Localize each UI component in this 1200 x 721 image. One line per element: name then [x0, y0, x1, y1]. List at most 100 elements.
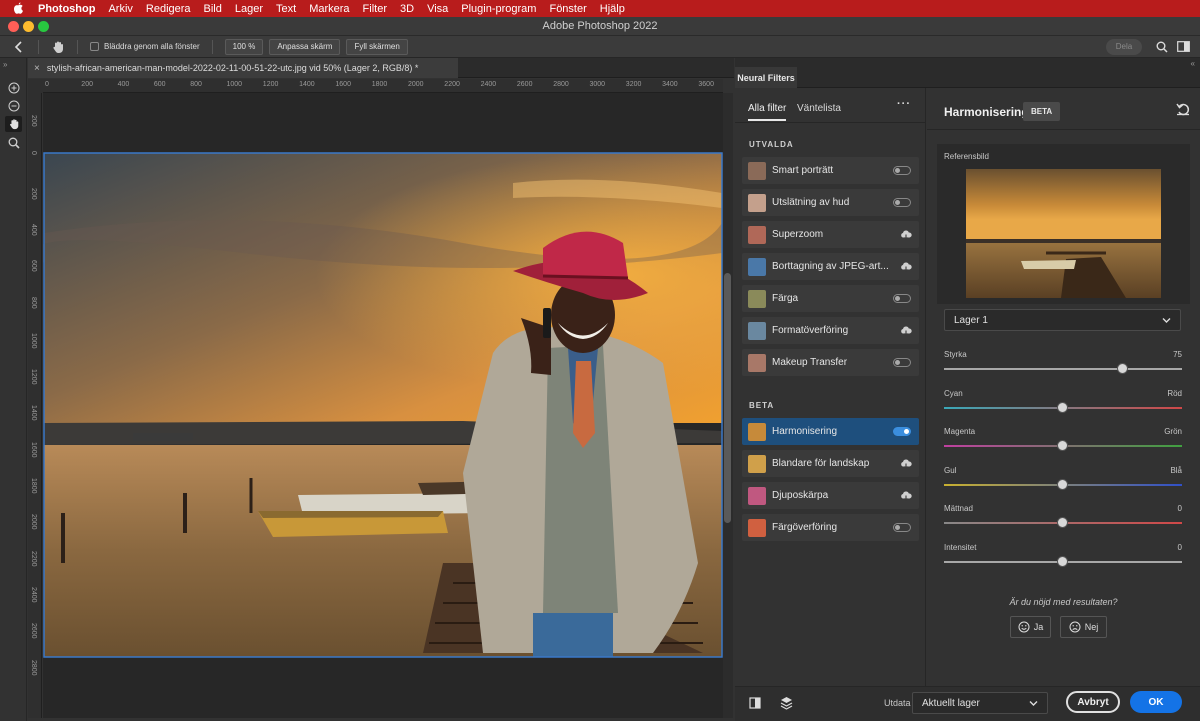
- canvas-area[interactable]: [43, 93, 723, 718]
- filter-item[interactable]: Blandare för landskap: [742, 450, 919, 477]
- tab-waitlist[interactable]: Väntelista: [797, 103, 841, 114]
- title-bar: Adobe Photoshop 2022: [0, 17, 1200, 36]
- back-chevron-icon[interactable]: [14, 40, 24, 53]
- slider-knob[interactable]: [1057, 517, 1068, 528]
- filter-item[interactable]: Formatöverföring: [742, 317, 919, 344]
- collapse-panel-icon[interactable]: «: [1191, 59, 1195, 68]
- ruler-tick-label: 0: [30, 151, 37, 156]
- filter-toggle[interactable]: [893, 427, 911, 436]
- filter-item[interactable]: Djuposkärpa: [742, 482, 919, 509]
- hand-tool-icon[interactable]: [5, 116, 22, 132]
- slider-knob[interactable]: [1057, 478, 1068, 490]
- ruler-tick-label: 800: [190, 81, 202, 88]
- filter-item[interactable]: Harmonisering: [742, 418, 919, 445]
- cloud-download-icon[interactable]: [900, 229, 912, 240]
- zoom-out-icon[interactable]: [5, 98, 22, 114]
- ruler-tick-label: 1000: [30, 332, 37, 349]
- feedback-yes-button[interactable]: Ja: [1010, 616, 1051, 638]
- filter-item[interactable]: Utslätning av hud: [742, 189, 919, 216]
- ruler-tick-label: 1200: [262, 81, 279, 88]
- preview-split-icon[interactable]: [749, 697, 761, 709]
- filter-item[interactable]: Smart porträtt: [742, 157, 919, 184]
- menu-plugin-program[interactable]: Plugin-program: [461, 3, 536, 15]
- reference-layer-dropdown[interactable]: Lager 1: [944, 309, 1181, 331]
- menu-arkiv[interactable]: Arkiv: [108, 3, 132, 15]
- cloud-download-icon[interactable]: [900, 458, 912, 469]
- menu-3d[interactable]: 3D: [400, 3, 414, 15]
- layers-icon[interactable]: [780, 696, 793, 710]
- scroll-all-checkbox[interactable]: [90, 42, 99, 51]
- more-options-icon[interactable]: ···: [897, 98, 911, 110]
- menu-redigera[interactable]: Redigera: [146, 3, 191, 15]
- filter-toggle[interactable]: [893, 358, 911, 367]
- feedback-question: Är du nöjd med resultaten?: [1009, 597, 1118, 607]
- hand-tool-icon[interactable]: [51, 40, 65, 54]
- menu-bild[interactable]: Bild: [204, 3, 222, 15]
- ruler-tick-label: 3000: [589, 81, 606, 88]
- output-dropdown[interactable]: Aktuellt lager: [912, 692, 1048, 714]
- filter-item[interactable]: Färgöverföring: [742, 514, 919, 541]
- fit-screen-button[interactable]: Anpassa skärm: [269, 38, 341, 55]
- slider-knob[interactable]: [1057, 440, 1068, 451]
- filter-toggle[interactable]: [893, 294, 911, 303]
- slider-knob[interactable]: [1116, 363, 1128, 374]
- scrollbar-thumb[interactable]: [724, 273, 731, 523]
- scroll-all-label: Bläddra genom alla fönster: [104, 42, 200, 51]
- menu-app-photoshop[interactable]: Photoshop: [38, 3, 95, 15]
- cancel-button[interactable]: Avbryt: [1066, 691, 1120, 713]
- reference-layer-value: Lager 1: [954, 315, 988, 326]
- fill-screen-button[interactable]: Fyll skärmen: [346, 38, 408, 55]
- ok-button[interactable]: OK: [1130, 691, 1182, 713]
- close-tab-icon[interactable]: ×: [34, 63, 40, 74]
- beta-badge: BETA: [1023, 102, 1061, 121]
- feedback-no-button[interactable]: Nej: [1060, 616, 1107, 638]
- slider-knob[interactable]: [1057, 555, 1068, 567]
- filter-name: Formatöverföring: [772, 325, 849, 336]
- workspace-icon[interactable]: [1177, 41, 1190, 52]
- filter-item[interactable]: Borttagning av JPEG-art...: [742, 253, 919, 280]
- filter-item[interactable]: Färga: [742, 285, 919, 312]
- filter-name: Smart porträtt: [772, 165, 834, 176]
- zoom-100-button[interactable]: 100 %: [224, 38, 264, 55]
- cloud-download-icon[interactable]: [900, 325, 912, 336]
- vertical-scrollbar[interactable]: [723, 93, 733, 718]
- neural-filters-tab[interactable]: Neural Filters: [735, 67, 797, 88]
- search-icon[interactable]: [1156, 41, 1168, 53]
- menu-markera[interactable]: Markera: [309, 3, 349, 15]
- feedback-yes-label: Ja: [1033, 622, 1044, 632]
- reset-icon[interactable]: [1176, 103, 1190, 116]
- ruler-tick-label: 0: [45, 81, 49, 88]
- zoom-in-icon[interactable]: [5, 80, 22, 96]
- filter-item[interactable]: Makeup Transfer: [742, 349, 919, 376]
- cloud-download-icon[interactable]: [900, 490, 912, 501]
- menu-text[interactable]: Text: [276, 3, 296, 15]
- filter-name: Djuposkärpa: [772, 490, 829, 501]
- filter-name: Harmonisering: [772, 426, 838, 437]
- ruler-tick-label: 1800: [371, 81, 388, 88]
- share-button[interactable]: Dela: [1106, 38, 1142, 55]
- filter-toggle[interactable]: [893, 166, 911, 175]
- menu-visa[interactable]: Visa: [427, 3, 448, 15]
- tab-all-filters[interactable]: Alla filter: [748, 103, 786, 114]
- filter-toggle[interactable]: [893, 198, 911, 207]
- apple-icon[interactable]: [12, 2, 24, 15]
- collapse-arrows-icon[interactable]: »: [3, 60, 7, 69]
- photo-canvas[interactable]: [43, 93, 723, 718]
- slider-label: Cyan: [944, 388, 963, 398]
- document-tab[interactable]: × stylish-african-american-man-model-202…: [28, 58, 458, 78]
- ruler-tick-label: 400: [117, 81, 130, 88]
- menu-hjalp[interactable]: Hjälp: [600, 3, 625, 15]
- menu-filter[interactable]: Filter: [363, 3, 387, 15]
- reference-image[interactable]: [966, 169, 1161, 298]
- cloud-download-icon[interactable]: [900, 261, 912, 272]
- output-label: Utdata: [884, 698, 911, 708]
- zoom-tool-icon[interactable]: [5, 135, 22, 151]
- slider-track[interactable]: [944, 368, 1182, 370]
- menu-fonster[interactable]: Fönster: [549, 3, 586, 15]
- filter-thumbnail: [748, 161, 766, 180]
- filter-toggle[interactable]: [893, 523, 911, 532]
- filter-name: Färgöverföring: [772, 522, 838, 533]
- filter-item[interactable]: Superzoom: [742, 221, 919, 248]
- slider-knob[interactable]: [1057, 401, 1068, 413]
- menu-lager[interactable]: Lager: [235, 3, 263, 15]
